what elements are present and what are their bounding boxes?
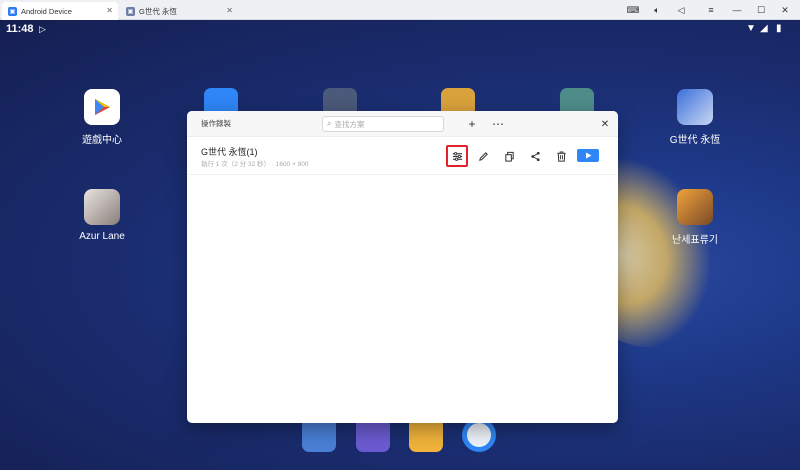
- settings-icon[interactable]: [302, 418, 336, 452]
- back-icon[interactable]: ◁: [670, 0, 692, 20]
- app-g-generation[interactable]: G世代 永恆: [655, 89, 735, 146]
- app-game-center[interactable]: 遊戲中心: [62, 89, 142, 146]
- g-generation-icon: [677, 89, 713, 125]
- window-titlebar: ▣ Android Device ✕ ▣ G世代 永恆 ✕ ⌨ 🔈︎ ◁ ≡ —…: [0, 0, 800, 20]
- maximize-icon[interactable]: ☐: [750, 0, 772, 20]
- more-options-icon[interactable]: ⋯: [490, 116, 506, 132]
- gallery-icon[interactable]: [356, 418, 390, 452]
- tab-g-generation[interactable]: ▣ G世代 永恆 ✕: [120, 2, 238, 20]
- search-box[interactable]: ⌕: [322, 116, 444, 132]
- operation-recording-dialog: 操作錄製 ⌕ + ⋯ ✕ G世代 永恆(1) 執行 1 次（2 分 32 秒） …: [187, 111, 618, 423]
- app-azur-lane[interactable]: Azur Lane: [62, 189, 142, 242]
- play-store-icon: [84, 89, 120, 125]
- app-nanse[interactable]: 난세표류기: [655, 189, 735, 246]
- azur-lane-icon: [84, 189, 120, 225]
- camera-icon[interactable]: [462, 418, 496, 452]
- more-menu-icon[interactable]: ≡: [700, 0, 722, 20]
- files-icon[interactable]: [409, 418, 443, 452]
- run-play-button[interactable]: [577, 149, 599, 162]
- battery-icon: ▮: [776, 23, 782, 34]
- app-label: G世代 永恆: [669, 135, 721, 146]
- dialog-title: 操作錄製: [201, 119, 231, 128]
- search-input[interactable]: [334, 119, 435, 129]
- android-status-bar: 11:48 ▷ ▼ ◢ ▮: [0, 20, 800, 40]
- wifi-icon: ▼: [746, 23, 756, 34]
- tab-label: Android Device: [21, 6, 72, 16]
- recording-list-item[interactable]: G世代 永恆(1) 執行 1 次（2 分 32 秒） · 1600 × 900: [187, 137, 618, 175]
- volume-icon[interactable]: 🔈︎: [646, 0, 668, 20]
- close-tab-icon[interactable]: ✕: [226, 6, 233, 15]
- play-icon: [585, 152, 591, 159]
- signal-icon: ◢: [760, 23, 768, 34]
- delete-trash-icon[interactable]: [550, 145, 572, 167]
- tab-label: G世代 永恆: [139, 6, 177, 16]
- search-icon: ⌕: [327, 119, 332, 128]
- status-time: 11:48: [6, 23, 34, 35]
- recording-meta: 執行 1 次（2 分 32 秒） · 1600 × 900: [201, 161, 309, 168]
- android-device-icon: ▣: [8, 6, 17, 16]
- dialog-header: 操作錄製 ⌕ + ⋯ ✕: [187, 111, 618, 137]
- keyboard-icon[interactable]: ⌨: [622, 0, 644, 20]
- tab-android-device[interactable]: ▣ Android Device ✕: [2, 2, 118, 20]
- edit-pencil-icon[interactable]: [472, 145, 494, 167]
- settings-sliders-icon[interactable]: [446, 145, 468, 167]
- share-icon[interactable]: [524, 145, 546, 167]
- close-window-icon[interactable]: ✕: [774, 0, 796, 20]
- app-label: Azur Lane: [79, 231, 125, 242]
- app-label: 난세표류기: [672, 235, 718, 246]
- minimize-icon[interactable]: —: [726, 0, 748, 20]
- app-label: 遊戲中心: [82, 135, 122, 146]
- game-tab-icon: ▣: [126, 6, 135, 16]
- copy-icon[interactable]: [498, 145, 520, 167]
- close-dialog-icon[interactable]: ✕: [597, 116, 613, 132]
- recording-name: G世代 永恆(1): [201, 147, 258, 157]
- close-tab-icon[interactable]: ✕: [106, 6, 113, 15]
- play-store-notification-icon: ▷: [39, 24, 46, 34]
- nanse-icon: [677, 189, 713, 225]
- add-button[interactable]: +: [464, 116, 480, 132]
